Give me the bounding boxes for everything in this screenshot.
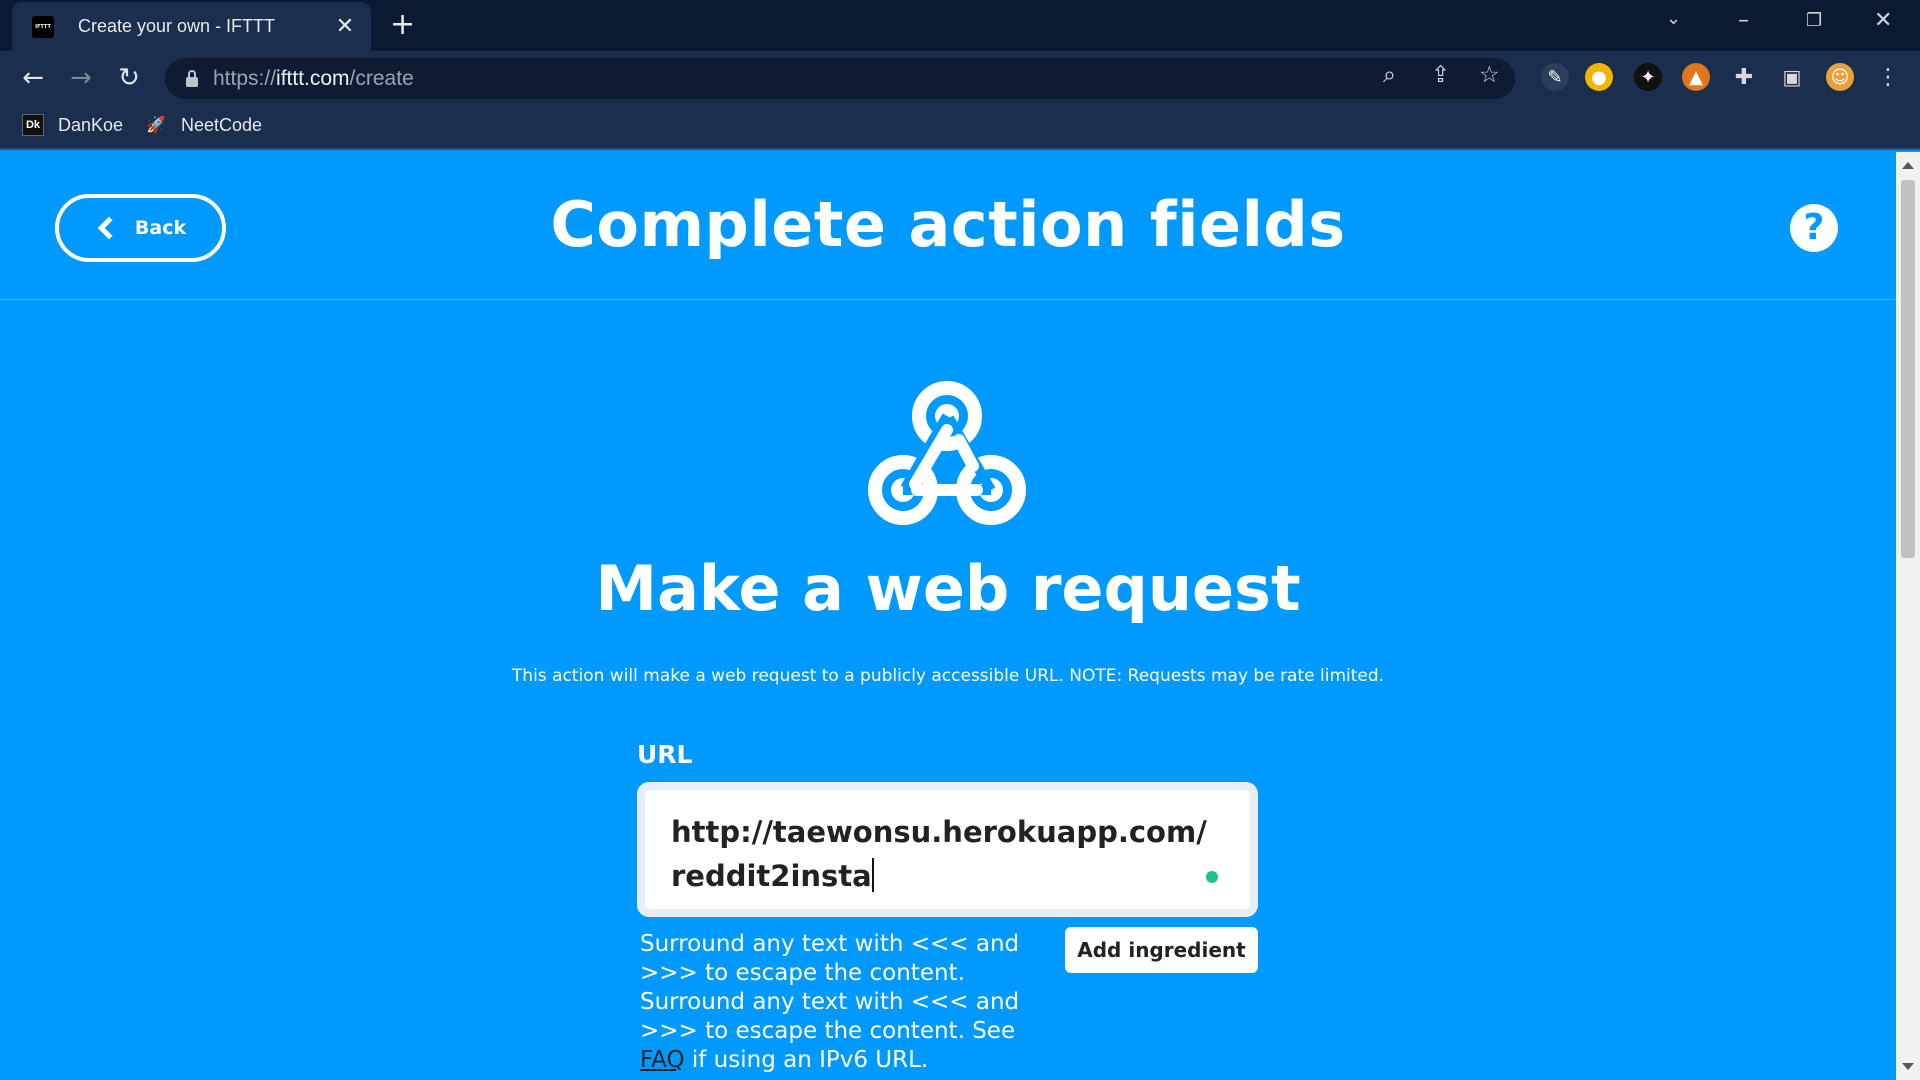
colorful-extension-icon[interactable]: ● — [1585, 63, 1613, 91]
url-input-value[interactable]: http://taewonsu.herokuapp.com/reddit2ins… — [671, 815, 1207, 893]
bookmark-star-icon[interactable]: ☆ — [1479, 62, 1500, 88]
scroll-up-icon[interactable] — [1902, 162, 1914, 169]
back-arrow-icon[interactable]: ← — [16, 61, 50, 95]
page-header: Back Complete action fields ? — [0, 152, 1896, 300]
side-panel-icon[interactable]: ▣ — [1778, 63, 1806, 91]
helper-text: Surround any text with <<< and >>> to es… — [640, 930, 1030, 1075]
dark-extension-icon[interactable]: ✦ — [1634, 63, 1662, 91]
address-bar[interactable]: https://ifttt.com/create ⌕ ⇪ ☆ — [165, 58, 1515, 99]
browser-tab[interactable]: IFTTT Create your own - IFTTT ✕ — [12, 2, 371, 51]
helper-text-body: Surround any text with <<< and >>> to es… — [640, 931, 1020, 1044]
bookmark-label: NeetCode — [181, 114, 263, 135]
helper-text-suffix: if using an IPv6 URL. — [684, 1047, 929, 1073]
bookmark-neetcode[interactable]: 🚀 NeetCode — [145, 114, 262, 136]
help-icon[interactable]: ? — [1790, 204, 1838, 252]
neetcode-rocket-icon: 🚀 — [146, 117, 166, 134]
new-tab-icon[interactable]: + — [390, 10, 415, 40]
webhook-icon — [868, 381, 1026, 525]
add-ingredient-button[interactable]: Add ingredient — [1065, 927, 1258, 973]
pen-extension-icon[interactable]: ✎ — [1541, 63, 1569, 91]
close-window-icon[interactable]: ✕ — [1874, 8, 1892, 33]
browser-toolbar: ← → ↻ https://ifttt.com/create ⌕ ⇪ ☆ ✎ ●… — [0, 51, 1920, 105]
scrollbar-thumb[interactable] — [1901, 180, 1915, 558]
faq-link[interactable]: FAQ — [640, 1047, 685, 1073]
lock-icon[interactable] — [181, 68, 203, 90]
tab-strip: IFTTT Create your own - IFTTT ✕ + ⌄ – ❐ … — [0, 0, 1920, 51]
extensions-puzzle-icon[interactable]: ✚ — [1730, 63, 1758, 91]
tab-close-icon[interactable]: ✕ — [333, 14, 357, 39]
page-title: Complete action fields — [550, 188, 1346, 261]
tab-title: Create your own - IFTTT — [78, 16, 276, 36]
service-title: Make a web request — [595, 552, 1301, 625]
tab-search-chevron-icon[interactable]: ⌄ — [1666, 8, 1681, 29]
profile-avatar[interactable]: ☺ — [1826, 63, 1854, 91]
menu-kebab-icon[interactable]: ⋮ — [1874, 63, 1902, 91]
url-field-label: URL — [637, 740, 693, 769]
metamask-fox-icon[interactable]: ▲ — [1682, 63, 1710, 91]
dankoe-icon: Dk — [22, 114, 44, 136]
bookmarks-bar: Dk DanKoe 🚀 NeetCode — [0, 105, 1920, 150]
url-input[interactable]: http://taewonsu.herokuapp.com/reddit2ins… — [637, 782, 1258, 917]
restore-icon[interactable]: ❐ — [1806, 10, 1822, 31]
scroll-down-icon[interactable] — [1902, 1063, 1914, 1070]
url-text: https://ifttt.com/create — [213, 66, 414, 90]
share-icon[interactable]: ⇪ — [1431, 62, 1450, 88]
minimize-icon[interactable]: – — [1738, 8, 1749, 33]
service-description: This action will make a web request to a… — [511, 666, 1385, 686]
bookmark-dankoe[interactable]: Dk DanKoe — [22, 114, 123, 136]
bookmark-label: DanKoe — [58, 114, 124, 135]
reload-icon[interactable]: ↻ — [112, 61, 146, 95]
text-caret — [871, 858, 874, 892]
page-content: Back Complete action fields ? Make a web… — [0, 152, 1896, 1080]
page-scrollbar[interactable] — [1896, 152, 1920, 1080]
forward-arrow-icon[interactable]: → — [64, 61, 98, 95]
zoom-icon[interactable]: ⌕ — [1383, 62, 1396, 88]
ifttt-favicon-icon: IFTTT — [32, 15, 54, 38]
status-dot — [1206, 871, 1218, 883]
